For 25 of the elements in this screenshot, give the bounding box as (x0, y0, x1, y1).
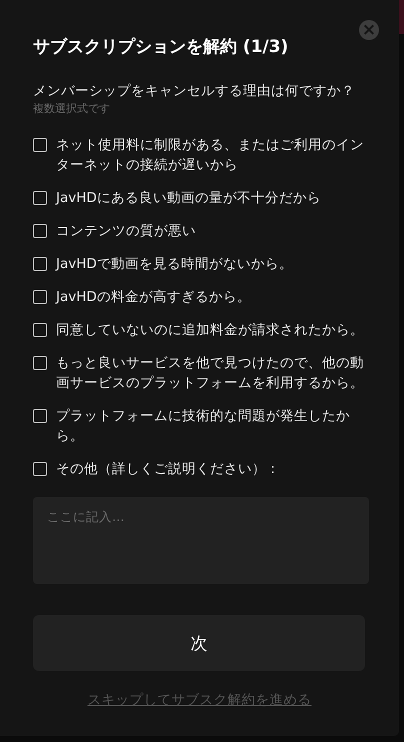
option-label: コンテンツの質が悪い (56, 222, 196, 241)
next-button[interactable]: 次 (33, 615, 365, 671)
checkbox[interactable] (33, 356, 47, 370)
dialog-title: サブスクリプションを解約 (1/3) (33, 36, 288, 58)
close-button[interactable]: × (359, 20, 379, 40)
checkbox[interactable] (33, 224, 47, 238)
option-label: JavHDの料金が高すぎるから。 (56, 288, 251, 307)
checkbox[interactable] (33, 138, 47, 152)
checkbox[interactable] (33, 462, 47, 476)
hint-text: 複数選択式です (33, 102, 111, 116)
option-label: その他（詳しくご説明ください）： (56, 460, 280, 479)
option-label: もっと良いサービスを他で見つけたので、他の動画サービスのプラットフォームを利用するから。 (56, 354, 365, 393)
option-label: ネット使用料に制限がある、またはご利用のインターネットの接続が遅いから (56, 136, 365, 175)
checkbox[interactable] (33, 409, 47, 423)
option-label: JavHDで動画を見る時間がないから。 (56, 255, 293, 274)
checkbox[interactable] (33, 323, 47, 337)
question-text: メンバーシップをキャンセルする理由は何ですか？ (33, 82, 356, 100)
checkbox[interactable] (33, 257, 47, 271)
checkbox[interactable] (33, 290, 47, 304)
checkbox[interactable] (33, 191, 47, 205)
details-field[interactable]: ここに記入… (33, 497, 369, 584)
option-label: 同意していないのに追加料金が請求されたから。 (56, 321, 364, 340)
option-label: プラットフォームに技術的な問題が発生したから。 (56, 407, 351, 446)
option-label: JavHDにある良い動画の量が不十分だから (56, 189, 321, 208)
skip-link[interactable]: スキップしてサブスク解約を進める (88, 691, 312, 709)
